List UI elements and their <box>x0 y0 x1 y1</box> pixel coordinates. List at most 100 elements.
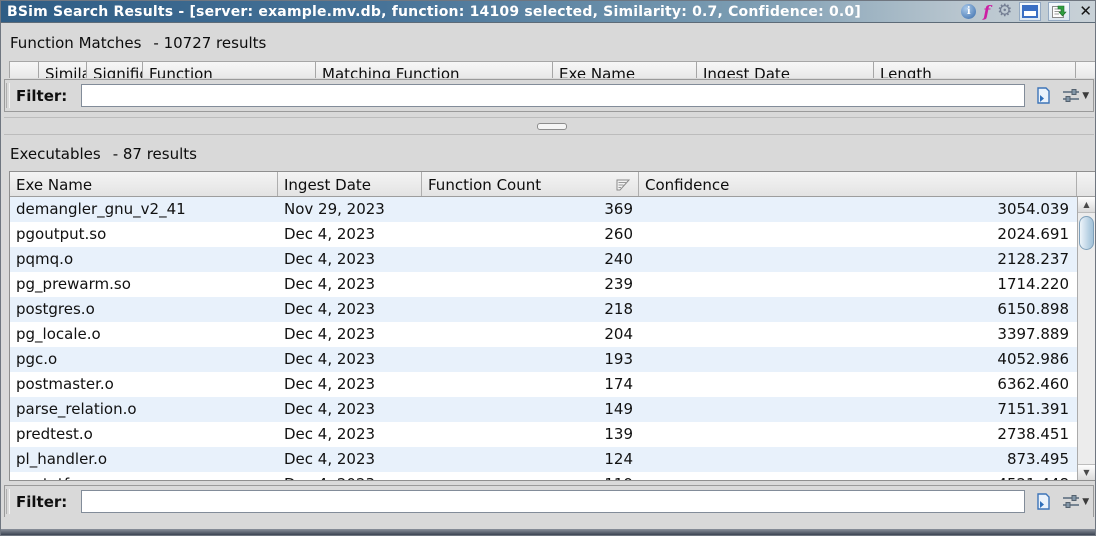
window-layout-icon <box>1022 5 1038 18</box>
table-cell: 174 <box>422 372 639 397</box>
table-cell: 6362.460 <box>639 372 1077 397</box>
executables-table-header: Exe Name Ingest Date Function Count Conf… <box>10 172 1095 197</box>
table-cell: Dec 4, 2023 <box>278 397 422 422</box>
window-layout-button[interactable] <box>1019 2 1041 21</box>
panel-grip[interactable] <box>6 83 10 108</box>
column-header[interactable]: Length <box>874 61 1076 78</box>
filter-label: Filter: <box>16 493 67 511</box>
dropdown-caret-icon: ▼ <box>1082 91 1089 101</box>
column-header[interactable]: Ingest Date <box>697 61 874 78</box>
table-cell: 4052.986 <box>639 347 1077 372</box>
filter-options-button[interactable]: ▼ <box>1062 88 1089 103</box>
function-f-icon[interactable]: f <box>983 4 990 20</box>
dropdown-caret-icon: ▼ <box>1082 497 1089 507</box>
table-cell: Dec 4, 2023 <box>278 272 422 297</box>
window-bottom-border <box>1 529 1095 535</box>
column-header[interactable]: Matching Function <box>316 61 553 78</box>
table-cell: 369 <box>422 197 639 222</box>
snapshot-button[interactable] <box>1048 2 1070 21</box>
table-row[interactable]: pgoutput.soDec 4, 20232602024.691 <box>10 222 1077 247</box>
column-header-confidence[interactable]: Confidence <box>639 172 1077 196</box>
filter-label: Filter: <box>16 87 67 105</box>
table-cell: pl_handler.o <box>10 447 278 472</box>
sliders-icon <box>1062 494 1080 509</box>
table-row[interactable]: pl_handler.oDec 4, 2023124873.495 <box>10 447 1077 472</box>
executables-filter-input[interactable] <box>81 490 1025 513</box>
table-row[interactable]: pqmq.oDec 4, 20232402128.237 <box>10 247 1077 272</box>
column-header[interactable] <box>9 61 39 78</box>
table-cell: 7151.391 <box>639 397 1077 422</box>
table-cell: pgstatfuncs.o <box>10 472 278 480</box>
table-cell: postmaster.o <box>10 372 278 397</box>
column-header-ingest-date[interactable]: Ingest Date <box>278 172 422 196</box>
title-bar[interactable]: BSim Search Results - [server: example.m… <box>1 1 1095 23</box>
table-cell: 4521.448 <box>639 472 1077 480</box>
close-icon[interactable]: ✕ <box>1079 4 1092 19</box>
table-row[interactable]: pg_prewarm.soDec 4, 20232391714.220 <box>10 272 1077 297</box>
executables-title: Executables- 87 results <box>10 145 197 163</box>
table-row[interactable]: pgstatfuncs.oDec 4, 20231194521.448 <box>10 472 1077 480</box>
table-row[interactable]: parse_relation.oDec 4, 20231497151.391 <box>10 397 1077 422</box>
table-cell: pgoutput.so <box>10 222 278 247</box>
splitter[interactable] <box>4 117 1094 135</box>
table-cell: pg_locale.o <box>10 322 278 347</box>
table-cell: 2128.237 <box>639 247 1077 272</box>
column-header-exe-name[interactable]: Exe Name <box>10 172 278 196</box>
table-cell: 3054.039 <box>639 197 1077 222</box>
clipboard-snapshot-icon <box>1051 5 1067 19</box>
column-header[interactable]: Function <box>143 61 316 78</box>
header-corner <box>1077 172 1095 196</box>
executables-filter-bar: Filter: ▼ <box>4 485 1094 518</box>
table-row[interactable]: demangler_gnu_v2_41Nov 29, 20233693054.0… <box>10 197 1077 222</box>
table-cell: 239 <box>422 272 639 297</box>
column-header-function-count[interactable]: Function Count <box>422 172 639 196</box>
table-cell: postgres.o <box>10 297 278 322</box>
sliders-icon <box>1062 88 1080 103</box>
table-cell: 240 <box>422 247 639 272</box>
table-cell: Dec 4, 2023 <box>278 422 422 447</box>
table-cell: 873.495 <box>639 447 1077 472</box>
table-row[interactable]: postmaster.oDec 4, 20231746362.460 <box>10 372 1077 397</box>
panel-grip[interactable] <box>6 489 10 514</box>
table-row[interactable]: postgres.oDec 4, 20232186150.898 <box>10 297 1077 322</box>
info-icon[interactable]: i <box>961 4 976 19</box>
filter-options-button[interactable]: ▼ <box>1062 494 1089 509</box>
function-matches-filter-bar: Filter: ▼ <box>4 79 1094 112</box>
table-cell: 2024.691 <box>639 222 1077 247</box>
column-header[interactable]: Similarity <box>39 61 87 78</box>
table-cell: Dec 4, 2023 <box>278 222 422 247</box>
table-cell: pgc.o <box>10 347 278 372</box>
table-cell: 149 <box>422 397 639 422</box>
filter-document-arrow-icon[interactable] <box>1034 492 1053 511</box>
table-cell: 193 <box>422 347 639 372</box>
table-cell: Dec 4, 2023 <box>278 472 422 480</box>
table-row[interactable]: predtest.oDec 4, 20231392738.451 <box>10 422 1077 447</box>
table-cell: Dec 4, 2023 <box>278 322 422 347</box>
table-cell: 260 <box>422 222 639 247</box>
executables-table: Exe Name Ingest Date Function Count Conf… <box>9 171 1096 481</box>
table-cell: 2738.451 <box>639 422 1077 447</box>
vertical-scrollbar[interactable]: ▲ ▼ <box>1077 197 1095 480</box>
column-header[interactable]: Significance <box>87 61 143 78</box>
scroll-up-button[interactable]: ▲ <box>1078 197 1095 213</box>
table-cell: 6150.898 <box>639 297 1077 322</box>
table-cell: Dec 4, 2023 <box>278 372 422 397</box>
table-cell: predtest.o <box>10 422 278 447</box>
splitter-handle[interactable] <box>537 123 567 130</box>
bsim-search-results-window: BSim Search Results - [server: example.m… <box>0 0 1096 536</box>
table-cell: 204 <box>422 322 639 347</box>
sort-filter-icon[interactable] <box>616 179 630 191</box>
table-cell: Dec 4, 2023 <box>278 247 422 272</box>
scroll-down-button[interactable]: ▼ <box>1078 464 1095 480</box>
table-row[interactable]: pg_locale.oDec 4, 20232043397.889 <box>10 322 1077 347</box>
title-bar-icons: i f ⚙ ✕ <box>961 1 1092 22</box>
function-matches-filter-input[interactable] <box>81 84 1025 107</box>
table-cell: 124 <box>422 447 639 472</box>
executables-table-body: demangler_gnu_v2_41Nov 29, 20233693054.0… <box>10 197 1077 480</box>
scrollbar-thumb[interactable] <box>1079 216 1094 250</box>
table-row[interactable]: pgc.oDec 4, 20231934052.986 <box>10 347 1077 372</box>
window-title: BSim Search Results - [server: example.m… <box>1 4 861 20</box>
column-header[interactable]: Exe Name <box>553 61 697 78</box>
gear-icon[interactable]: ⚙ <box>997 3 1012 20</box>
filter-document-arrow-icon[interactable] <box>1034 86 1053 105</box>
